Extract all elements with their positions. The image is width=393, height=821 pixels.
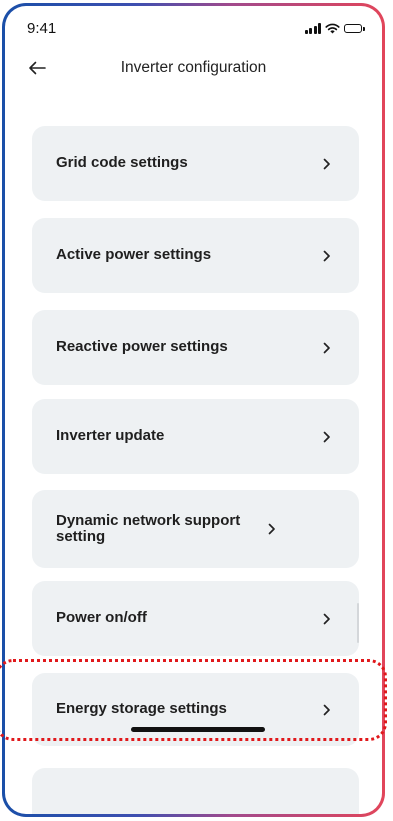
menu-item-label: Energy storage settings: [56, 700, 227, 718]
header: Inverter configuration: [5, 50, 382, 86]
chevron-right-icon: [321, 249, 333, 263]
menu-item-partial[interactable]: [32, 768, 359, 814]
scrollbar[interactable]: [357, 603, 359, 643]
chevron-right-icon: [321, 341, 333, 355]
menu-item-dynamic-network-support-setting[interactable]: Dynamic network support setting: [32, 490, 359, 568]
home-indicator[interactable]: [131, 727, 265, 732]
menu-item-energy-storage-settings[interactable]: Energy storage settings: [32, 673, 359, 746]
menu-item-label: Active power settings: [56, 246, 212, 264]
menu-item-label: Reactive power settings: [56, 338, 228, 356]
menu-item-inverter-update[interactable]: Inverter update: [32, 399, 359, 474]
menu-item-active-power-settings[interactable]: Active power settings: [32, 218, 359, 293]
menu-item-power-on-off[interactable]: Power on/off: [32, 581, 359, 656]
menu-item-label: Power on/off: [56, 609, 147, 627]
status-bar: 9:41: [5, 6, 382, 42]
chevron-right-icon: [321, 612, 333, 626]
chevron-right-icon: [266, 522, 278, 536]
menu-item-label: Grid code settings: [56, 154, 188, 172]
menu-item-reactive-power-settings[interactable]: Reactive power settings: [32, 310, 359, 385]
chevron-right-icon: [321, 430, 333, 444]
wifi-icon: [325, 23, 340, 34]
menu-item-label: Inverter update: [56, 427, 165, 445]
menu-item-label: Dynamic network support setting: [56, 511, 241, 545]
status-icons: [304, 23, 365, 34]
signal-icon: [304, 23, 321, 34]
menu-item-grid-code-settings[interactable]: Grid code settings: [32, 126, 359, 201]
status-time: 9:41: [27, 20, 57, 37]
page-title: Inverter configuration: [120, 59, 267, 76]
phone-frame: 9:41 Inverter configuration Grid code se…: [2, 3, 385, 817]
battery-icon: [344, 24, 365, 33]
chevron-right-icon: [321, 703, 333, 717]
chevron-right-icon: [321, 157, 333, 171]
